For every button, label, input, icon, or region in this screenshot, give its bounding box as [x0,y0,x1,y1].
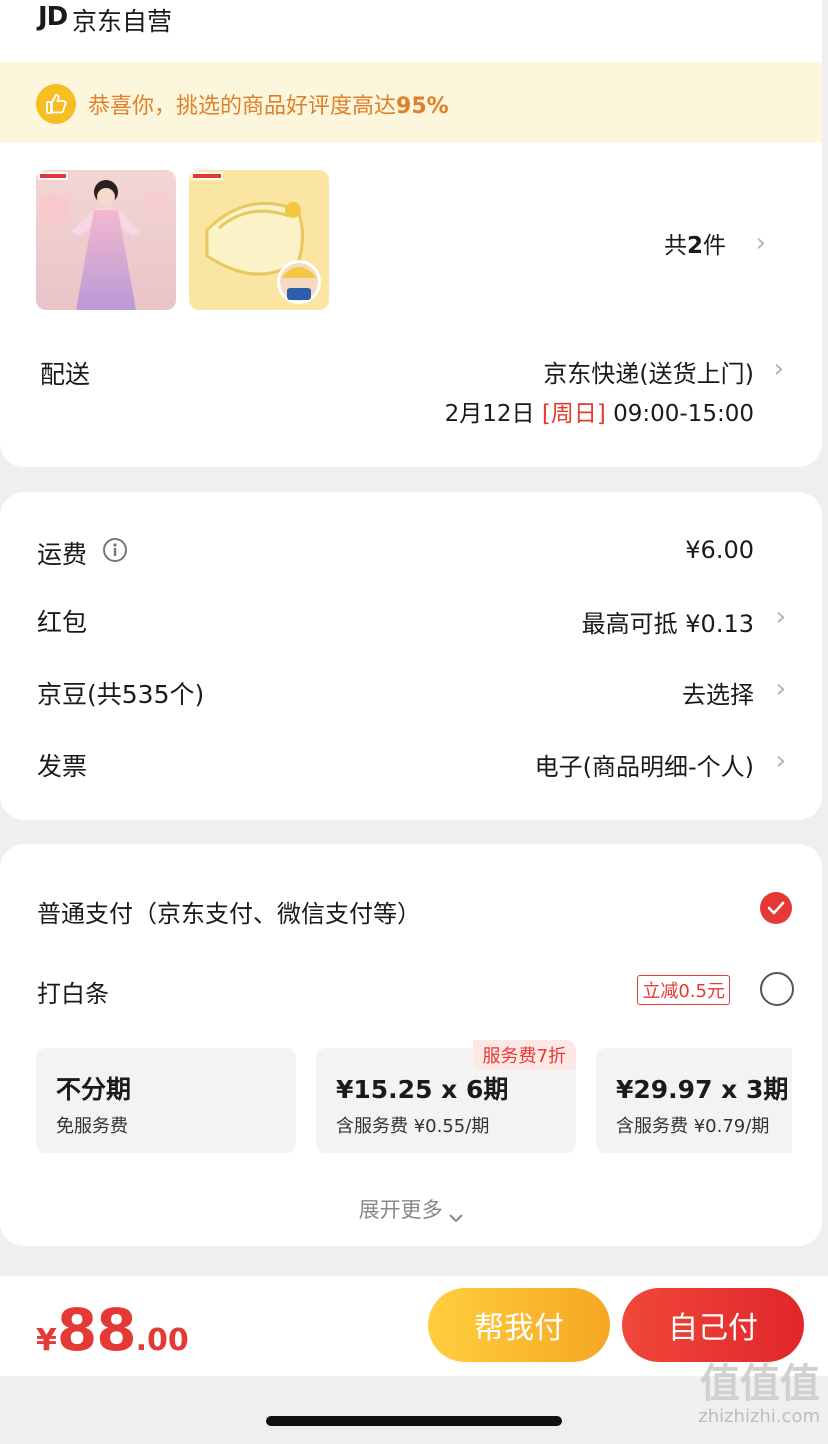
delivery-date: 2月12日 [444,401,535,427]
installment-option-3[interactable]: ¥29.97 x 3期 含服务费 ¥0.79/期 [596,1048,792,1153]
price-integer: 88 [56,1296,137,1364]
chevron-right-icon[interactable]: › [774,354,784,384]
chevron-right-icon[interactable]: › [776,746,786,776]
delivery-method[interactable]: 京东快递(送货上门) [543,354,754,389]
total-price: ¥88.00 [36,1296,189,1364]
installment-subtitle: 免服务费 [56,1116,128,1137]
chevron-right-icon[interactable]: › [776,602,786,632]
self-pay-button[interactable]: 自己付 [622,1288,804,1362]
delivery-label: 配送 [40,360,91,389]
rating-text: 恭喜你，挑选的商品好评度高达95% [88,88,449,120]
price-currency: ¥ [36,1323,57,1358]
watermark-logo: 值值值 [700,1361,820,1407]
rating-rate: 95% [396,94,449,119]
installment-title: 不分期 [56,1075,132,1104]
shipping-fee-label: 运费 [37,540,88,569]
installment-title: ¥15.25 x 6期 [336,1075,509,1104]
delivery-hours: 09:00-15:00 [613,401,754,427]
shipping-fee-value: ¥6.00 [685,536,754,564]
installment-option-6[interactable]: 服务费7折 ¥15.25 x 6期 含服务费 ¥0.55/期 [316,1040,576,1153]
expand-more-label: 展开更多 [358,1198,443,1222]
payment-card: 普通支付（京东支付、微信支付等） 打白条 立减0.5元 不分期 免服务费 服务费… [0,844,822,1246]
delivery-weekday: [周日] [541,401,606,427]
jd-beans-label: 京豆(共535个) [37,680,205,709]
thumbs-up-icon [36,84,76,124]
product-count[interactable]: 共2件 [664,226,726,260]
product-image-face-shield[interactable] [189,170,329,310]
fees-card: 运费 ¥6.00 红包 最高可抵 ¥0.13 › 京豆(共535个) 去选择 ›… [0,492,822,820]
invoice-label: 发票 [37,752,88,781]
delivery-time[interactable]: 2月12日 [周日] 09:00-15:00 [445,394,754,428]
product-count-number: 2 [686,233,703,259]
invoice-value[interactable]: 电子(商品明细-个人) [535,747,754,782]
jd-beans-value[interactable]: 去选择 [682,675,754,710]
product-image-hanfu-dress[interactable] [36,170,176,310]
watermark-site: zhizhizhi.com [698,1406,820,1427]
store-name: 京东自营 [72,7,173,36]
help-pay-button[interactable]: 帮我付 [428,1288,610,1362]
home-indicator[interactable] [266,1416,562,1426]
chevron-right-icon[interactable]: › [756,228,766,258]
info-icon[interactable] [102,537,128,567]
chevron-down-icon [449,1204,464,1223]
installment-title: ¥29.97 x 3期 [616,1075,789,1104]
jd-logo: JD [38,2,68,32]
expand-more[interactable]: 展开更多 [0,1194,822,1224]
installment-subtitle: 含服务费 ¥0.55/期 [336,1116,490,1137]
chevron-right-icon[interactable]: › [776,674,786,704]
rating-text-prefix: 恭喜你，挑选的商品好评度高达 [88,94,397,119]
service-fee-discount-badge: 服务费7折 [472,1040,576,1070]
order-summary-card: JD 京东自营 恭喜你，挑选的商品好评度高达95% 共2件 › 配送 京东快递(… [0,0,822,467]
red-packet-label: 红包 [37,608,88,637]
installment-scroller[interactable]: 不分期 免服务费 服务费7折 ¥15.25 x 6期 含服务费 ¥0.55/期 … [0,844,792,1184]
product-count-prefix: 共 [663,233,687,259]
red-packet-value[interactable]: 最高可抵 ¥0.13 [582,604,754,639]
installment-option-none[interactable]: 不分期 免服务费 [36,1048,296,1153]
installment-subtitle: 含服务费 ¥0.79/期 [616,1116,770,1137]
price-decimal: .00 [135,1323,189,1358]
product-count-suffix: 件 [703,233,726,259]
watermark: 值值值 zhizhizhi.com [698,1362,820,1427]
